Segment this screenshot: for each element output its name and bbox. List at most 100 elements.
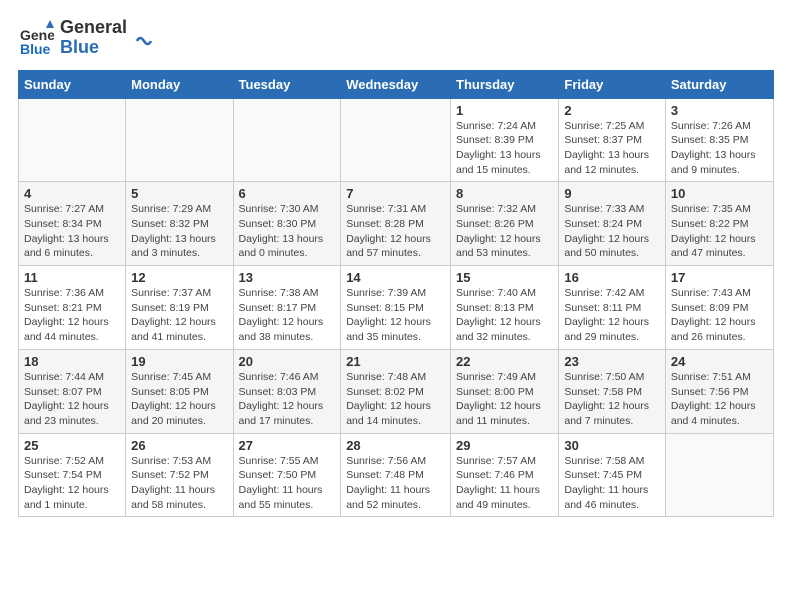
col-wednesday: Wednesday [341, 70, 451, 98]
day-info: Sunrise: 7:40 AMSunset: 8:13 PMDaylight:… [456, 286, 553, 345]
day-number: 13 [239, 270, 336, 285]
calendar-week-row: 25Sunrise: 7:52 AMSunset: 7:54 PMDayligh… [19, 433, 774, 517]
day-number: 23 [564, 354, 660, 369]
day-info: Sunrise: 7:52 AMSunset: 7:54 PMDaylight:… [24, 454, 120, 513]
header: General Blue General Blue [18, 18, 774, 58]
day-number: 21 [346, 354, 445, 369]
calendar-cell: 27Sunrise: 7:55 AMSunset: 7:50 PMDayligh… [233, 433, 341, 517]
day-number: 25 [24, 438, 120, 453]
calendar-table: Sunday Monday Tuesday Wednesday Thursday… [18, 70, 774, 518]
day-info: Sunrise: 7:27 AMSunset: 8:34 PMDaylight:… [24, 202, 120, 261]
day-info: Sunrise: 7:30 AMSunset: 8:30 PMDaylight:… [239, 202, 336, 261]
day-number: 17 [671, 270, 768, 285]
calendar-cell: 16Sunrise: 7:42 AMSunset: 8:11 PMDayligh… [559, 266, 666, 350]
calendar-cell: 23Sunrise: 7:50 AMSunset: 7:58 PMDayligh… [559, 349, 666, 433]
col-monday: Monday [126, 70, 233, 98]
calendar-cell: 14Sunrise: 7:39 AMSunset: 8:15 PMDayligh… [341, 266, 451, 350]
calendar-cell: 21Sunrise: 7:48 AMSunset: 8:02 PMDayligh… [341, 349, 451, 433]
calendar-cell: 10Sunrise: 7:35 AMSunset: 8:22 PMDayligh… [665, 182, 773, 266]
day-number: 22 [456, 354, 553, 369]
logo: General Blue General Blue [18, 18, 155, 58]
day-info: Sunrise: 7:25 AMSunset: 8:37 PMDaylight:… [564, 119, 660, 178]
day-info: Sunrise: 7:53 AMSunset: 7:52 PMDaylight:… [131, 454, 227, 513]
calendar-cell: 30Sunrise: 7:58 AMSunset: 7:45 PMDayligh… [559, 433, 666, 517]
calendar-cell: 26Sunrise: 7:53 AMSunset: 7:52 PMDayligh… [126, 433, 233, 517]
day-info: Sunrise: 7:31 AMSunset: 8:28 PMDaylight:… [346, 202, 445, 261]
day-info: Sunrise: 7:58 AMSunset: 7:45 PMDaylight:… [564, 454, 660, 513]
logo-blue: Blue [60, 38, 127, 58]
calendar-week-row: 18Sunrise: 7:44 AMSunset: 8:07 PMDayligh… [19, 349, 774, 433]
day-number: 2 [564, 103, 660, 118]
calendar-cell: 19Sunrise: 7:45 AMSunset: 8:05 PMDayligh… [126, 349, 233, 433]
day-info: Sunrise: 7:44 AMSunset: 8:07 PMDaylight:… [24, 370, 120, 429]
calendar-cell: 25Sunrise: 7:52 AMSunset: 7:54 PMDayligh… [19, 433, 126, 517]
calendar-body: 1Sunrise: 7:24 AMSunset: 8:39 PMDaylight… [19, 98, 774, 517]
day-number: 24 [671, 354, 768, 369]
day-number: 26 [131, 438, 227, 453]
calendar-cell: 12Sunrise: 7:37 AMSunset: 8:19 PMDayligh… [126, 266, 233, 350]
calendar-cell: 17Sunrise: 7:43 AMSunset: 8:09 PMDayligh… [665, 266, 773, 350]
day-info: Sunrise: 7:49 AMSunset: 8:00 PMDaylight:… [456, 370, 553, 429]
col-saturday: Saturday [665, 70, 773, 98]
day-info: Sunrise: 7:42 AMSunset: 8:11 PMDaylight:… [564, 286, 660, 345]
calendar-cell: 11Sunrise: 7:36 AMSunset: 8:21 PMDayligh… [19, 266, 126, 350]
calendar-cell: 4Sunrise: 7:27 AMSunset: 8:34 PMDaylight… [19, 182, 126, 266]
day-number: 1 [456, 103, 553, 118]
calendar-cell [341, 98, 451, 182]
day-info: Sunrise: 7:56 AMSunset: 7:48 PMDaylight:… [346, 454, 445, 513]
calendar-week-row: 11Sunrise: 7:36 AMSunset: 8:21 PMDayligh… [19, 266, 774, 350]
day-number: 8 [456, 186, 553, 201]
calendar-cell: 18Sunrise: 7:44 AMSunset: 8:07 PMDayligh… [19, 349, 126, 433]
col-friday: Friday [559, 70, 666, 98]
calendar-cell: 28Sunrise: 7:56 AMSunset: 7:48 PMDayligh… [341, 433, 451, 517]
calendar-cell: 5Sunrise: 7:29 AMSunset: 8:32 PMDaylight… [126, 182, 233, 266]
day-info: Sunrise: 7:29 AMSunset: 8:32 PMDaylight:… [131, 202, 227, 261]
calendar-cell: 13Sunrise: 7:38 AMSunset: 8:17 PMDayligh… [233, 266, 341, 350]
calendar-cell [665, 433, 773, 517]
day-info: Sunrise: 7:37 AMSunset: 8:19 PMDaylight:… [131, 286, 227, 345]
day-info: Sunrise: 7:39 AMSunset: 8:15 PMDaylight:… [346, 286, 445, 345]
calendar-week-row: 4Sunrise: 7:27 AMSunset: 8:34 PMDaylight… [19, 182, 774, 266]
day-info: Sunrise: 7:45 AMSunset: 8:05 PMDaylight:… [131, 370, 227, 429]
day-info: Sunrise: 7:24 AMSunset: 8:39 PMDaylight:… [456, 119, 553, 178]
day-number: 5 [131, 186, 227, 201]
col-sunday: Sunday [19, 70, 126, 98]
day-info: Sunrise: 7:33 AMSunset: 8:24 PMDaylight:… [564, 202, 660, 261]
calendar-cell: 1Sunrise: 7:24 AMSunset: 8:39 PMDaylight… [451, 98, 559, 182]
calendar-cell: 9Sunrise: 7:33 AMSunset: 8:24 PMDaylight… [559, 182, 666, 266]
day-info: Sunrise: 7:50 AMSunset: 7:58 PMDaylight:… [564, 370, 660, 429]
calendar-cell: 3Sunrise: 7:26 AMSunset: 8:35 PMDaylight… [665, 98, 773, 182]
col-thursday: Thursday [451, 70, 559, 98]
calendar-header-row: Sunday Monday Tuesday Wednesday Thursday… [19, 70, 774, 98]
day-number: 7 [346, 186, 445, 201]
calendar-cell [233, 98, 341, 182]
page: General Blue General Blue Sunday Monday … [0, 0, 792, 527]
day-number: 19 [131, 354, 227, 369]
day-number: 3 [671, 103, 768, 118]
day-info: Sunrise: 7:55 AMSunset: 7:50 PMDaylight:… [239, 454, 336, 513]
day-number: 28 [346, 438, 445, 453]
day-number: 27 [239, 438, 336, 453]
day-info: Sunrise: 7:48 AMSunset: 8:02 PMDaylight:… [346, 370, 445, 429]
calendar-cell: 7Sunrise: 7:31 AMSunset: 8:28 PMDaylight… [341, 182, 451, 266]
day-number: 15 [456, 270, 553, 285]
day-info: Sunrise: 7:38 AMSunset: 8:17 PMDaylight:… [239, 286, 336, 345]
calendar-cell: 15Sunrise: 7:40 AMSunset: 8:13 PMDayligh… [451, 266, 559, 350]
day-number: 9 [564, 186, 660, 201]
day-number: 6 [239, 186, 336, 201]
calendar-cell [19, 98, 126, 182]
calendar-cell: 8Sunrise: 7:32 AMSunset: 8:26 PMDaylight… [451, 182, 559, 266]
day-number: 14 [346, 270, 445, 285]
calendar-cell: 20Sunrise: 7:46 AMSunset: 8:03 PMDayligh… [233, 349, 341, 433]
day-number: 12 [131, 270, 227, 285]
logo-general: General [60, 18, 127, 38]
day-info: Sunrise: 7:35 AMSunset: 8:22 PMDaylight:… [671, 202, 768, 261]
day-info: Sunrise: 7:32 AMSunset: 8:26 PMDaylight:… [456, 202, 553, 261]
day-info: Sunrise: 7:46 AMSunset: 8:03 PMDaylight:… [239, 370, 336, 429]
col-tuesday: Tuesday [233, 70, 341, 98]
day-info: Sunrise: 7:36 AMSunset: 8:21 PMDaylight:… [24, 286, 120, 345]
day-number: 16 [564, 270, 660, 285]
day-info: Sunrise: 7:51 AMSunset: 7:56 PMDaylight:… [671, 370, 768, 429]
logo-wave-icon [133, 27, 155, 49]
day-number: 29 [456, 438, 553, 453]
